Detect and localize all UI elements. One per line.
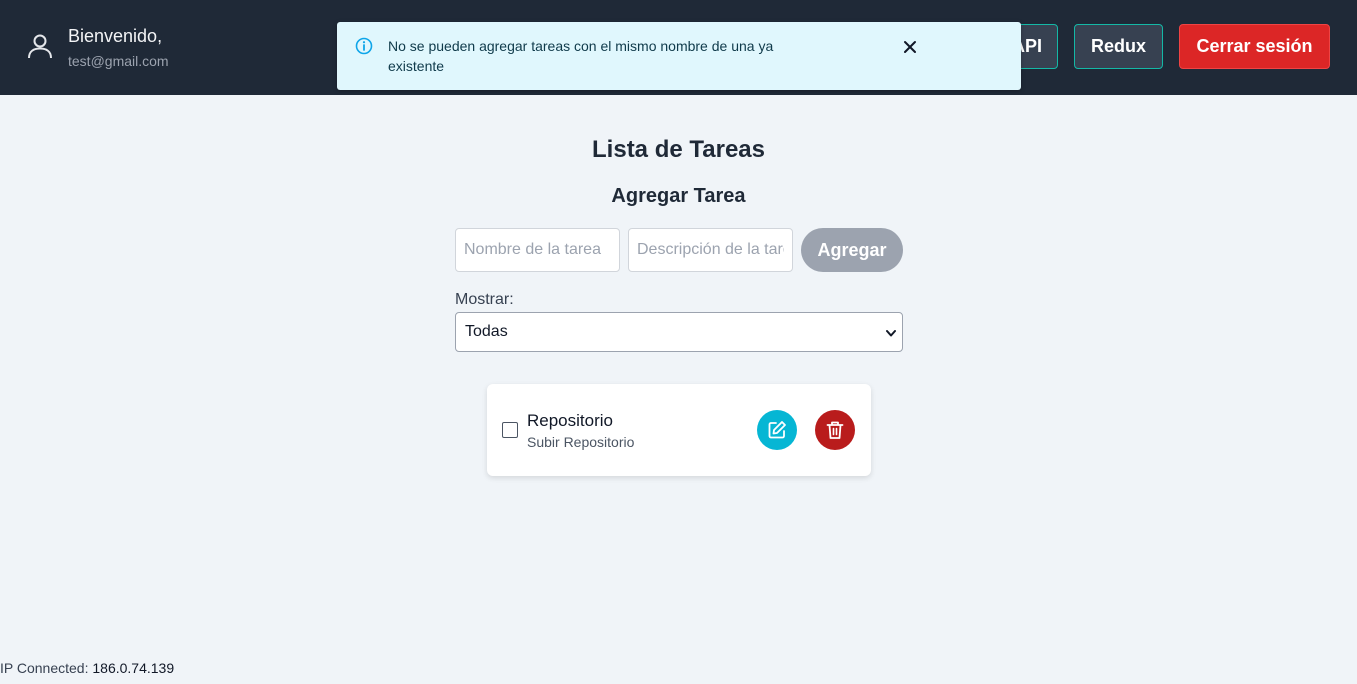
toast-message: No se pueden agregar tareas con el mismo… (388, 38, 774, 74)
ip-status: IP Connected: 186.0.74.139 (0, 660, 174, 676)
filter-select[interactable]: Todas (455, 312, 903, 352)
user-icon (28, 34, 52, 59)
task-description: Subir Repositorio (527, 434, 635, 450)
logout-button[interactable]: Cerrar sesión (1179, 24, 1330, 69)
page-title: Lista de Tareas (592, 136, 765, 163)
trash-icon (826, 421, 844, 439)
error-toast: No se pueden agregar tareas con el mismo… (337, 22, 1021, 90)
add-task-button[interactable]: Agregar (801, 228, 903, 272)
info-icon (355, 37, 373, 55)
delete-task-button[interactable] (815, 410, 855, 450)
add-task-title: Agregar Tarea (611, 185, 746, 207)
task-title: Repositorio (527, 411, 613, 430)
user-greeting: Bienvenido, (68, 26, 163, 46)
task-description-input[interactable] (628, 228, 793, 272)
edit-icon (768, 421, 786, 439)
filter-selected-value: Todas (465, 323, 508, 340)
filter-label: Mostrar: (455, 291, 514, 308)
chevron-down-icon (886, 330, 896, 337)
task-card: Repositorio Subir Repositorio (487, 384, 871, 476)
edit-task-button[interactable] (757, 410, 797, 450)
ip-value: 186.0.74.139 (92, 660, 175, 676)
redux-button[interactable]: Redux (1074, 24, 1163, 69)
close-icon[interactable] (902, 39, 918, 55)
task-complete-checkbox[interactable] (502, 422, 518, 438)
task-name-input[interactable] (455, 228, 620, 272)
ip-label: IP Connected: (0, 660, 89, 676)
user-email: test@gmail.com (68, 53, 169, 69)
